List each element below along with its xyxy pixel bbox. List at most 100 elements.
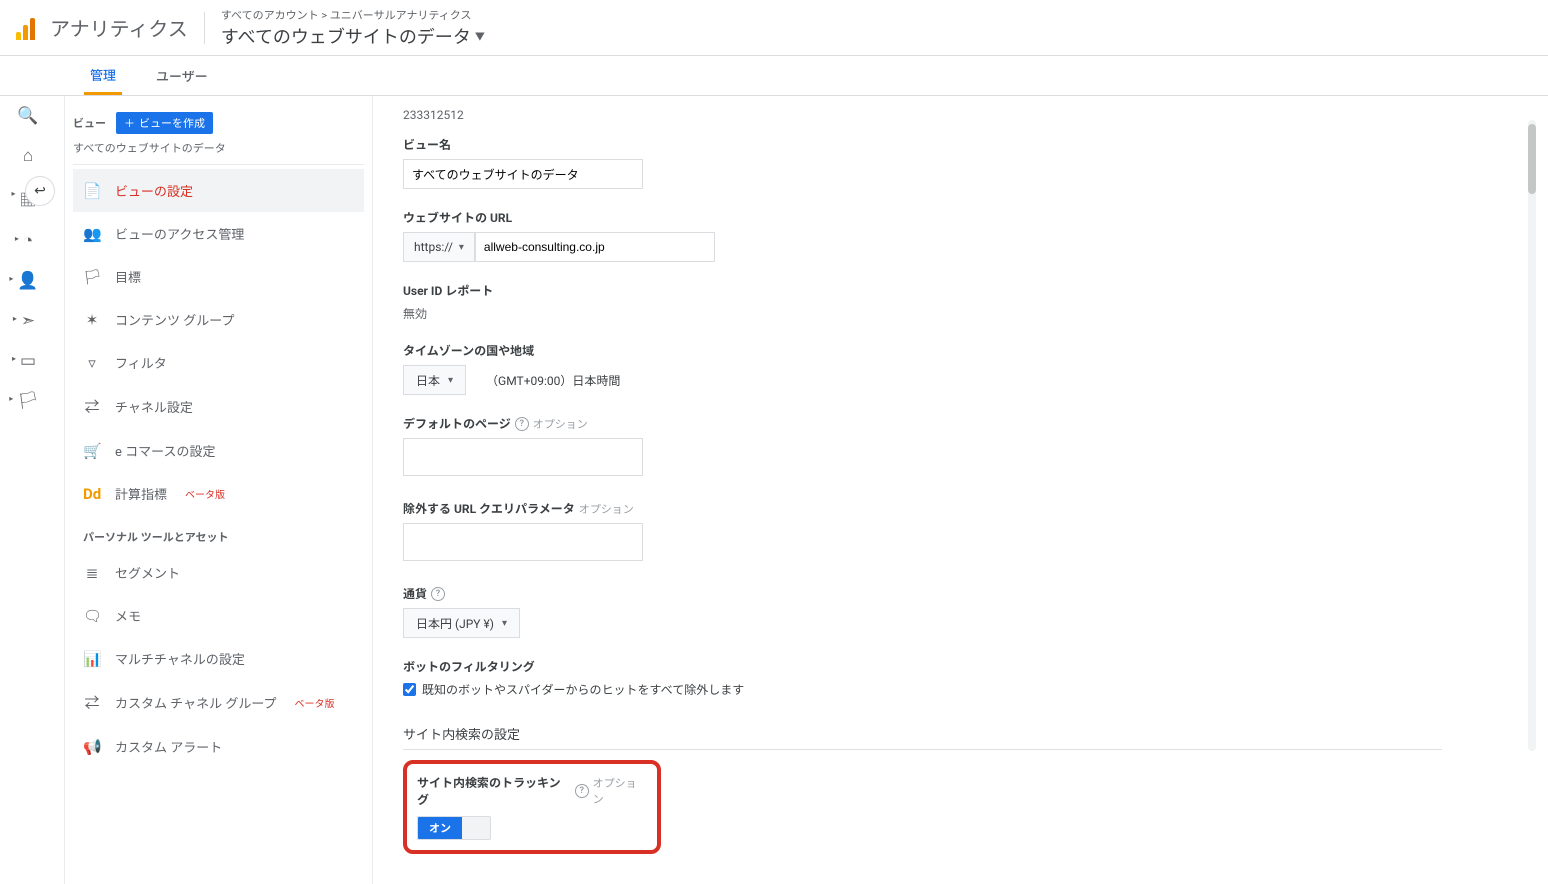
nav-label: メモ — [115, 606, 141, 625]
timezone-country-select[interactable]: 日本 ▾ — [403, 365, 466, 395]
nav-label: 目標 — [115, 267, 141, 286]
toggle-off-track — [462, 817, 490, 839]
nav-segments[interactable]: ≣ セグメント — [73, 551, 364, 594]
nav-label: カスタム アラート — [115, 737, 222, 756]
content-icon: ✶ — [83, 311, 101, 329]
url-input[interactable] — [475, 232, 715, 262]
help-icon[interactable]: ? — [575, 784, 589, 798]
bot-filter-text: 既知のボットやスパイダーからのヒットをすべて除外します — [422, 681, 744, 698]
audience-icon[interactable]: ▸👤 — [17, 271, 38, 291]
nav-section-personal: パーソナル ツールとアセット — [73, 515, 364, 551]
nav-channel-settings[interactable]: ⇄ チャネル設定 — [73, 384, 364, 429]
create-view-button[interactable]: ＋ ビューを作成 — [116, 112, 213, 134]
property-picker[interactable]: すべてのアカウント > ユニバーサルアナリティクス すべてのウェブサイトのデータ… — [221, 7, 485, 49]
acquisition-icon[interactable]: ▸➣ — [21, 311, 35, 331]
bot-filter-label: ボットのフィルタリング — [403, 658, 1442, 675]
nav-label: セグメント — [115, 563, 180, 582]
scrollbar[interactable] — [1528, 120, 1536, 751]
view-name-input[interactable] — [403, 159, 643, 189]
segment-icon: ≣ — [83, 564, 101, 582]
site-search-highlight: サイト内検索のトラッキング ? オプション オン — [403, 760, 661, 854]
breadcrumb-title-text: すべてのウェブサイトのデータ — [221, 23, 471, 49]
tab-user[interactable]: ユーザー — [150, 66, 214, 95]
nav-custom-channel[interactable]: ⇄カスタム チャネル グループベータ版 — [73, 680, 364, 725]
default-page-label: デフォルトのページ ? オプション — [403, 415, 1442, 432]
nav-filters[interactable]: ▿フィルタ — [73, 341, 364, 384]
timezone-description: （GMT+09:00）日本時間 — [486, 372, 620, 389]
nav-calc-metrics[interactable]: Dd計算指標ベータ版 — [73, 472, 364, 515]
default-page-label-text: デフォルトのページ — [403, 415, 511, 432]
currency-select[interactable]: 日本円 (JPY ¥) ▾ — [403, 608, 520, 638]
chevron-down-icon: ▾ — [459, 242, 464, 253]
help-icon[interactable]: ? — [515, 417, 529, 431]
analytics-logo-icon — [16, 16, 40, 40]
exclude-label-text: 除外する URL クエリパラメータ — [403, 500, 575, 517]
search-icon[interactable]: 🔍 — [17, 106, 38, 126]
help-icon[interactable]: ? — [431, 587, 445, 601]
nav-label: e コマースの設定 — [115, 441, 215, 460]
nav-label: コンテンツ グループ — [115, 310, 234, 329]
userid-label: User ID レポート — [403, 282, 1442, 299]
nav-label: ビューのアクセス管理 — [115, 224, 244, 243]
tracking-label: サイト内検索のトラッキング ? オプション — [417, 774, 647, 808]
page-icon: 📄 — [83, 182, 101, 200]
realtime-icon[interactable]: ▸◔ — [23, 231, 33, 251]
home-icon[interactable]: ⌂ — [23, 146, 33, 166]
tracking-toggle[interactable]: オン — [417, 816, 491, 840]
nav-content-groups[interactable]: ✶ コンテンツ グループ — [73, 298, 364, 341]
chevron-down-icon: ▾ — [448, 375, 453, 386]
currency-label-text: 通貨 — [403, 585, 427, 602]
admin-nav-column: ↩ ビュー ＋ ビューを作成 すべてのウェブサイトのデータ 📄ビューの設定 👥ビ… — [64, 96, 364, 884]
userid-value: 無効 — [403, 305, 1442, 322]
nav-ecommerce[interactable]: 🛒 e コマースの設定 — [73, 429, 364, 472]
beta-tag: ベータ版 — [295, 695, 335, 710]
protocol-select[interactable]: https://▾ — [403, 232, 475, 262]
tracking-label-text: サイト内検索のトラッキング — [417, 774, 571, 808]
logo-block: アナリティクス — [16, 13, 188, 42]
plus-icon: ＋ — [124, 115, 135, 131]
nav-view-settings[interactable]: 📄 ビューの設定 — [73, 169, 364, 212]
beta-tag: ベータ版 — [185, 486, 225, 501]
admin-tabs: 管理 ユーザー — [0, 56, 1548, 96]
behavior-icon[interactable]: ▸▭ — [20, 351, 36, 371]
flag-icon: 🏳 — [83, 268, 101, 286]
nav-label: チャネル設定 — [115, 397, 193, 416]
back-button[interactable]: ↩ — [25, 176, 55, 206]
chart-icon: 📊 — [83, 650, 101, 668]
tab-admin[interactable]: 管理 — [84, 65, 122, 95]
tz-country-value: 日本 — [416, 372, 440, 389]
alert-icon: 📢 — [83, 738, 101, 756]
default-page-input[interactable] — [403, 438, 643, 476]
chevron-down-icon: ▾ — [502, 618, 507, 629]
people-icon: 👥 — [83, 225, 101, 243]
nav-multichannel[interactable]: 📊 マルチチャネルの設定 — [73, 637, 364, 680]
note-icon: 🗨 — [83, 607, 101, 625]
view-heading: ビュー — [73, 115, 106, 131]
left-rail: 🔍 ⌂ ▸▦ ▸◔ ▸👤 ▸➣ ▸▭ ▸🏳 — [0, 96, 56, 884]
cart-icon: 🛒 — [83, 442, 101, 460]
bot-filter-checkbox[interactable] — [403, 683, 416, 696]
nav-label: フィルタ — [115, 353, 167, 372]
app-title: アナリティクス — [50, 13, 188, 42]
nav-custom-alerts[interactable]: 📢 カスタム アラート — [73, 725, 364, 768]
conversions-icon[interactable]: ▸🏳 — [17, 391, 39, 411]
nav-goals[interactable]: 🏳 目標 — [73, 255, 364, 298]
channel-icon: ⇄ — [83, 396, 101, 417]
bot-filter-checkbox-row[interactable]: 既知のボットやスパイダーからのヒットをすべて除外します — [403, 681, 1442, 698]
view-subtitle[interactable]: すべてのウェブサイトのデータ — [73, 140, 364, 165]
site-search-section-title: サイト内検索の設定 — [403, 718, 1442, 750]
exclude-params-input[interactable] — [403, 523, 643, 561]
nav-view-access[interactable]: 👥 ビューのアクセス管理 — [73, 212, 364, 255]
option-suffix: オプション — [533, 416, 588, 432]
breadcrumb-path: すべてのアカウント > ユニバーサルアナリティクス — [221, 7, 485, 23]
nav-annotations[interactable]: 🗨 メモ — [73, 594, 364, 637]
nav-label: ビューの設定 — [115, 181, 193, 200]
option-suffix: オプション — [593, 775, 647, 807]
currency-value: 日本円 (JPY ¥) — [416, 615, 494, 632]
scrollbar-thumb[interactable] — [1528, 124, 1536, 194]
view-name-label: ビュー名 — [403, 136, 1442, 153]
nav-label: マルチチャネルの設定 — [115, 649, 245, 668]
app-header: アナリティクス すべてのアカウント > ユニバーサルアナリティクス すべてのウェ… — [0, 0, 1548, 56]
option-suffix: オプション — [579, 501, 634, 517]
exclude-params-label: 除外する URL クエリパラメータ オプション — [403, 500, 1442, 517]
